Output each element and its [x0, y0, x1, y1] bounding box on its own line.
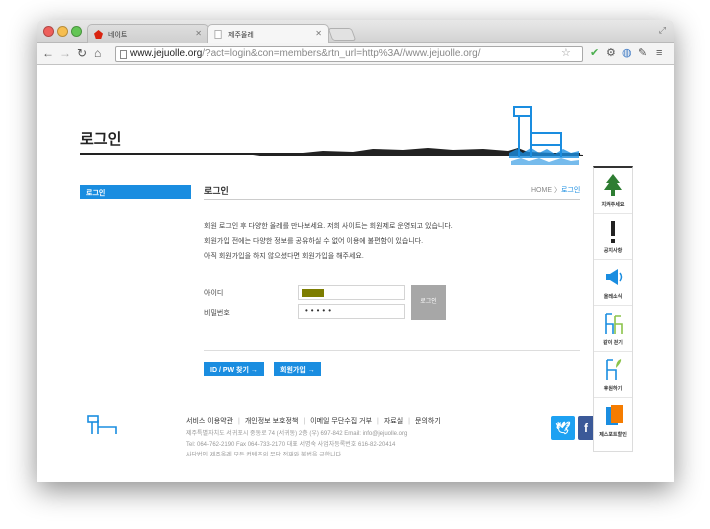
content-title: 로그인 [204, 186, 229, 196]
quick-menu-item-notice[interactable]: 공지사항 [594, 214, 632, 260]
quick-menu-item-protect[interactable]: 지켜주세요 [594, 168, 632, 214]
reload-icon[interactable]: ↻ [77, 46, 87, 60]
intro-text: 회원 로그인 후 다양한 올레를 만나보세요. 저희 사이트는 회원제로 운영되… [204, 219, 453, 264]
extension-check-icon[interactable]: ✔ [590, 47, 599, 60]
page-title: 로그인 [80, 131, 122, 148]
header-rule [80, 153, 580, 155]
footer-link-archive[interactable]: 자료실 [384, 418, 403, 425]
url-path: /?act=login&con=members&rtn_url=http%3A/… [202, 48, 481, 59]
exclamation-icon [611, 221, 615, 243]
tab-label: 제주올레 [228, 32, 254, 39]
chrome-menu-icon[interactable]: ≡ [656, 47, 662, 60]
extension-gear-icon[interactable]: ⚙ [606, 47, 616, 60]
login-button[interactable]: 로그인 [411, 285, 446, 320]
fullscreen-icon[interactable]: ⤢ [659, 25, 666, 36]
quick-menu-label: 공지사항 [603, 248, 623, 254]
footer-links: 서비스 이용약관 | 개인정보 보호정책 | 이메일 무단수집 거부 | 자료실 | 문의하기 [186, 418, 441, 425]
olle-chair-logo [509, 106, 579, 165]
breadcrumb: HOME 〉로그인 [531, 185, 580, 195]
join-button[interactable]: 회원가입 → [274, 362, 321, 376]
password-dots: ••••• [305, 306, 335, 315]
password-label: 비밀번호 [204, 310, 230, 317]
quick-menu-label: 올레소식 [603, 294, 623, 300]
bookmark-star-icon[interactable]: ☆ [561, 47, 571, 60]
page-icon [120, 50, 127, 59]
footer-link-contact[interactable]: 문의하기 [415, 418, 441, 425]
quick-menu-item-walk-together[interactable]: 같이 걷기 [594, 306, 632, 352]
close-window-button[interactable] [43, 26, 54, 37]
intro-line: 회원 로그인 후 다양한 올레를 만나보세요. 저희 사이트는 회원제로 운영되… [204, 223, 453, 230]
page-viewport: 로그인 로그인 로그인 HOME 〉로그인 회원 로그인 후 다양한 올레를 만… [37, 66, 674, 482]
sidebar-item-login[interactable]: 로그인 [80, 185, 191, 199]
minimize-window-button[interactable] [57, 26, 68, 37]
breadcrumb-home[interactable]: HOME [531, 187, 552, 194]
password-input[interactable]: ••••• [298, 304, 405, 319]
content-divider [204, 199, 580, 200]
twitter-icon: 🕊 [555, 421, 571, 435]
browser-window: 네이트 ✕ 제주올레 ✕ ⤢ ← → ↻ ⌂ www.jejuolle.org/… [37, 20, 674, 482]
home-icon[interactable]: ⌂ [94, 46, 101, 60]
forward-arrow-icon[interactable]: → [59, 46, 71, 60]
tab-close-icon[interactable]: ✕ [315, 29, 322, 38]
form-divider [204, 350, 580, 351]
page-favicon-icon [214, 30, 222, 39]
tab-label: 네이트 [108, 32, 128, 39]
intro-line: 아직 회원가입을 하지 않으셨다면 회원가입을 해주세요. [204, 253, 364, 260]
quick-menu-item-news[interactable]: 올레소식 [594, 260, 632, 306]
nate-favicon-icon [94, 30, 103, 39]
quick-menu-label: 지켜주세요 [601, 202, 625, 208]
footer-address: 제주특별자치도 서귀포시 중동로 74 (서귀동) 2층 (우) 697-842… [186, 431, 408, 437]
quick-menu-item-donate[interactable]: 후원하기 [594, 352, 632, 398]
megaphone-icon [606, 269, 623, 285]
twitter-button[interactable]: 🕊 [551, 416, 575, 440]
passport-icon [606, 405, 623, 425]
tree-icon [604, 174, 622, 196]
tab-nate[interactable]: 네이트 ✕ [87, 24, 209, 43]
chairs-icon [605, 313, 623, 334]
facebook-icon: f [584, 421, 588, 435]
chair-leaf-icon [606, 359, 622, 380]
wrench-icon[interactable]: ✎ [638, 47, 647, 60]
breadcrumb-current: 로그인 [560, 187, 581, 194]
footer-copyright: 사단법인 제주올레 모든 컨텐츠의 무단 전재와 불법을 금합니다. [186, 453, 343, 456]
zoom-window-button[interactable] [71, 26, 82, 37]
id-input[interactable] [298, 285, 405, 300]
footer-link-privacy[interactable]: 개인정보 보호정책 [245, 418, 298, 425]
title-bar: 네이트 ✕ 제주올레 ✕ ⤢ [37, 20, 674, 43]
tab-jejuolle[interactable]: 제주올레 ✕ [207, 24, 329, 43]
quick-menu-label: 후원하기 [603, 386, 623, 392]
back-arrow-icon[interactable]: ← [42, 46, 54, 60]
facebook-button[interactable]: f [578, 416, 594, 440]
browser-toolbar: ← → ↻ ⌂ www.jejuolle.org/?act=login&con=… [37, 43, 674, 65]
quick-menu: 지켜주세요 공지사항 올레소식 같이 걷기 후원하기 제스포트할인 [593, 166, 633, 452]
id-input-value [302, 289, 324, 297]
address-bar[interactable]: www.jejuolle.org/?act=login&con=members&… [115, 46, 583, 62]
quick-menu-item-passport[interactable]: 제스포트할인 [594, 398, 632, 444]
new-tab-button[interactable] [327, 28, 357, 41]
find-id-pw-button[interactable]: ID / PW 찾기 → [204, 362, 264, 376]
quick-menu-label: 제스포트할인 [599, 432, 627, 438]
footer-link-terms[interactable]: 서비스 이용약관 [186, 418, 233, 425]
extension-globe-icon[interactable]: ◍ [622, 47, 632, 60]
url-host: www.jejuolle.org [130, 48, 203, 59]
footer-link-email-policy[interactable]: 이메일 무단수집 거부 [310, 418, 372, 425]
footer-contact: Tel: 064-762-2190 Fax 064-733-2170 대표 서명… [186, 442, 396, 448]
footer-olle-logo [87, 415, 117, 434]
tab-close-icon[interactable]: ✕ [195, 29, 202, 38]
quick-menu-label: 같이 걷기 [603, 340, 623, 346]
breadcrumb-separator: 〉 [552, 187, 561, 194]
intro-line: 회원가입 전에는 다양한 정보를 공유하실 수 없어 이용에 불편함이 있습니다… [204, 238, 424, 245]
id-label: 아이디 [204, 290, 224, 297]
